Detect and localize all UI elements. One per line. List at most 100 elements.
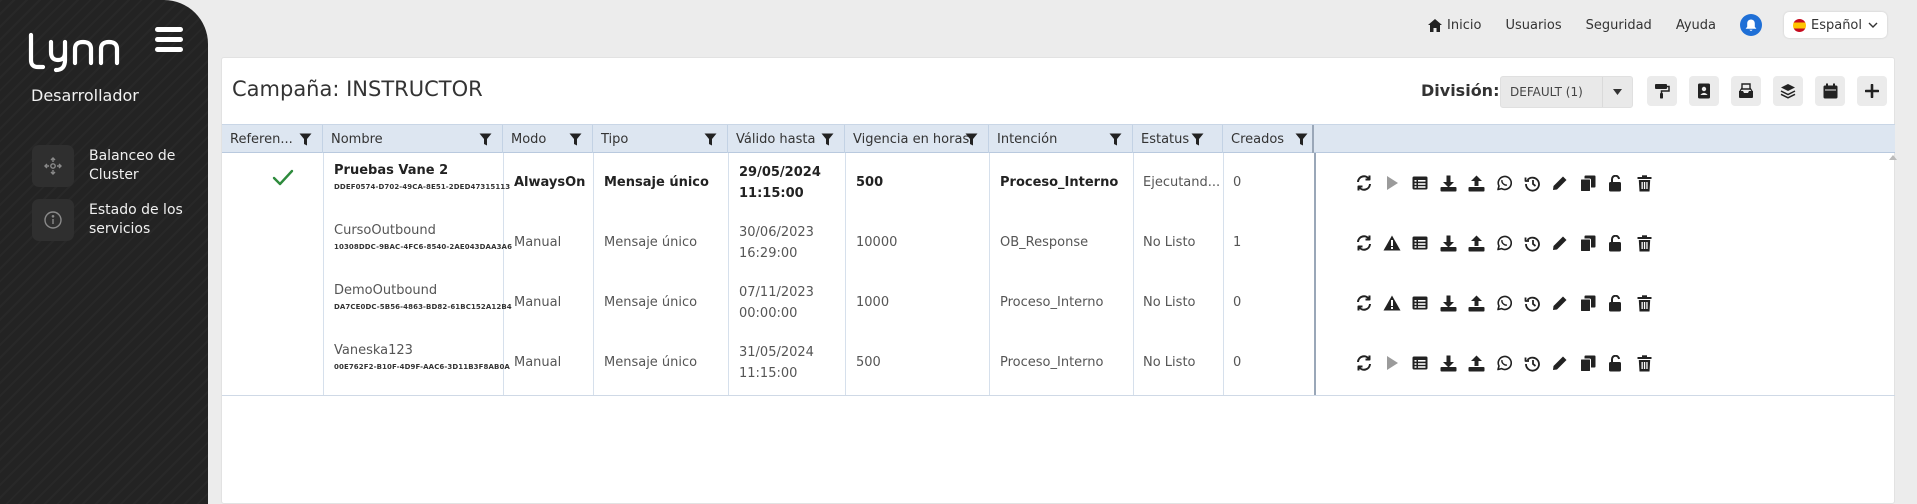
filter-icon[interactable] (1191, 133, 1204, 146)
sidebar-item-service-status[interactable]: Estado de los servicios (32, 198, 202, 242)
history-button[interactable] (1518, 352, 1546, 374)
download-button[interactable] (1434, 232, 1462, 254)
column-header-intent[interactable]: Intención (989, 125, 1133, 153)
refresh-icon (1357, 295, 1371, 311)
campaign-name-cell[interactable]: Vaneska123 00E762F2-B10F-4D9F-AAC6-3D11B… (334, 343, 510, 371)
refresh-button[interactable] (1350, 232, 1378, 254)
valid-date: 29/05/2024 (739, 165, 821, 180)
sidebar-item-cluster-balance[interactable]: Balanceo de Cluster (32, 144, 202, 188)
warning-button[interactable] (1378, 232, 1406, 254)
history-button[interactable] (1518, 172, 1546, 194)
column-header-created[interactable]: Creados (1223, 125, 1314, 153)
campaign-name-cell[interactable]: CursoOutbound 10308DDC-9BAC-4FC6-8540-2A… (334, 223, 512, 251)
column-header-validity-hours[interactable]: Vigencia en horas (845, 125, 989, 153)
refresh-button[interactable] (1350, 292, 1378, 314)
edit-button[interactable] (1546, 232, 1574, 254)
table-row[interactable]: Pruebas Vane 2 DDEF0574-D702-49CA-8E51-2… (222, 153, 1895, 213)
nav-users[interactable]: Usuarios (1505, 18, 1561, 33)
nav-security[interactable]: Seguridad (1586, 18, 1652, 33)
upload-button[interactable] (1462, 232, 1490, 254)
copy-button[interactable] (1574, 292, 1602, 314)
copy-icon (1580, 175, 1596, 192)
table-row[interactable]: Vaneska123 00E762F2-B10F-4D9F-AAC6-3D11B… (222, 333, 1895, 393)
paint-roller-button[interactable] (1647, 76, 1677, 106)
details-button[interactable] (1406, 172, 1434, 194)
language-selector[interactable]: Español (1783, 12, 1887, 38)
download-button[interactable] (1434, 292, 1462, 314)
filter-icon[interactable] (1295, 133, 1308, 146)
notifications-bell-icon[interactable] (1739, 14, 1762, 36)
calendar-button[interactable] (1815, 76, 1845, 106)
refresh-button[interactable] (1350, 352, 1378, 374)
copy-button[interactable] (1574, 352, 1602, 374)
unlock-button[interactable] (1602, 172, 1630, 194)
campaign-name-cell[interactable]: DemoOutbound DA7CE0DC-5B56-4863-BD82-61B… (334, 283, 512, 311)
column-header-mode[interactable]: Modo (503, 125, 593, 153)
calendar-icon (1823, 83, 1837, 99)
history-button[interactable] (1518, 292, 1546, 314)
campaign-name: DemoOutbound (334, 283, 438, 298)
unlock-button[interactable] (1602, 352, 1630, 374)
whatsapp-button[interactable] (1490, 352, 1518, 374)
filter-icon[interactable] (1109, 133, 1122, 146)
nav-help[interactable]: Ayuda (1676, 18, 1716, 33)
type-cell: Mensaje único (604, 355, 698, 370)
language-label: Español (1810, 17, 1862, 33)
status-cell: No Listo (1143, 355, 1196, 370)
download-button[interactable] (1434, 172, 1462, 194)
valid-time: 11:15:00 (739, 366, 798, 381)
copy-button[interactable] (1574, 172, 1602, 194)
column-header-reference[interactable]: Referen... (222, 125, 323, 153)
upload-button[interactable] (1462, 352, 1490, 374)
edit-button[interactable] (1546, 292, 1574, 314)
details-button[interactable] (1406, 292, 1434, 314)
whatsapp-button[interactable] (1490, 172, 1518, 194)
filter-icon[interactable] (965, 133, 978, 146)
history-button[interactable] (1518, 232, 1546, 254)
campaign-name-cell[interactable]: Pruebas Vane 2 DDEF0574-D702-49CA-8E51-2… (334, 163, 510, 191)
whatsapp-button[interactable] (1490, 292, 1518, 314)
download-button[interactable] (1434, 352, 1462, 374)
layers-button[interactable] (1773, 76, 1803, 106)
column-header-name[interactable]: Nombre (323, 125, 503, 153)
column-header-status[interactable]: Estatus (1133, 125, 1223, 153)
warning-button[interactable] (1378, 292, 1406, 314)
details-button[interactable] (1406, 352, 1434, 374)
table-row[interactable]: CursoOutbound 10308DDC-9BAC-4FC6-8540-2A… (222, 213, 1895, 273)
unlock-button[interactable] (1602, 292, 1630, 314)
nav-home[interactable]: Inicio (1428, 18, 1481, 33)
edit-button[interactable] (1546, 352, 1574, 374)
details-button[interactable] (1406, 232, 1434, 254)
table-row[interactable]: DemoOutbound DA7CE0DC-5B56-4863-BD82-61B… (222, 273, 1895, 333)
filter-icon[interactable] (821, 133, 834, 146)
contacts-book-button[interactable] (1689, 76, 1719, 106)
copy-icon (1580, 295, 1596, 312)
delete-button[interactable] (1630, 352, 1658, 374)
filter-icon[interactable] (299, 133, 312, 146)
start-button[interactable] (1378, 172, 1406, 194)
column-header-label: Vigencia en horas (853, 131, 970, 147)
scroll-up-icon[interactable] (1889, 154, 1897, 162)
add-campaign-button[interactable] (1857, 76, 1887, 106)
upload-button[interactable] (1462, 292, 1490, 314)
copy-button[interactable] (1574, 232, 1602, 254)
filter-icon[interactable] (569, 133, 582, 146)
filter-icon[interactable] (479, 133, 492, 146)
refresh-button[interactable] (1350, 172, 1378, 194)
edit-button[interactable] (1546, 172, 1574, 194)
filter-icon[interactable] (704, 133, 717, 146)
division-select[interactable]: DEFAULT (1) (1500, 76, 1633, 108)
inbox-icon (1739, 83, 1753, 98)
column-header-type[interactable]: Tipo (593, 125, 728, 153)
menu-icon[interactable] (155, 27, 183, 53)
start-button[interactable] (1378, 352, 1406, 374)
whatsapp-button[interactable] (1490, 232, 1518, 254)
delete-button[interactable] (1630, 232, 1658, 254)
delete-button[interactable] (1630, 172, 1658, 194)
column-header-valid-until[interactable]: Válido hasta (728, 125, 845, 153)
delete-button[interactable] (1630, 292, 1658, 314)
inbox-button[interactable] (1731, 76, 1761, 106)
unlock-button[interactable] (1602, 232, 1630, 254)
upload-button[interactable] (1462, 172, 1490, 194)
download-icon (1440, 295, 1456, 311)
